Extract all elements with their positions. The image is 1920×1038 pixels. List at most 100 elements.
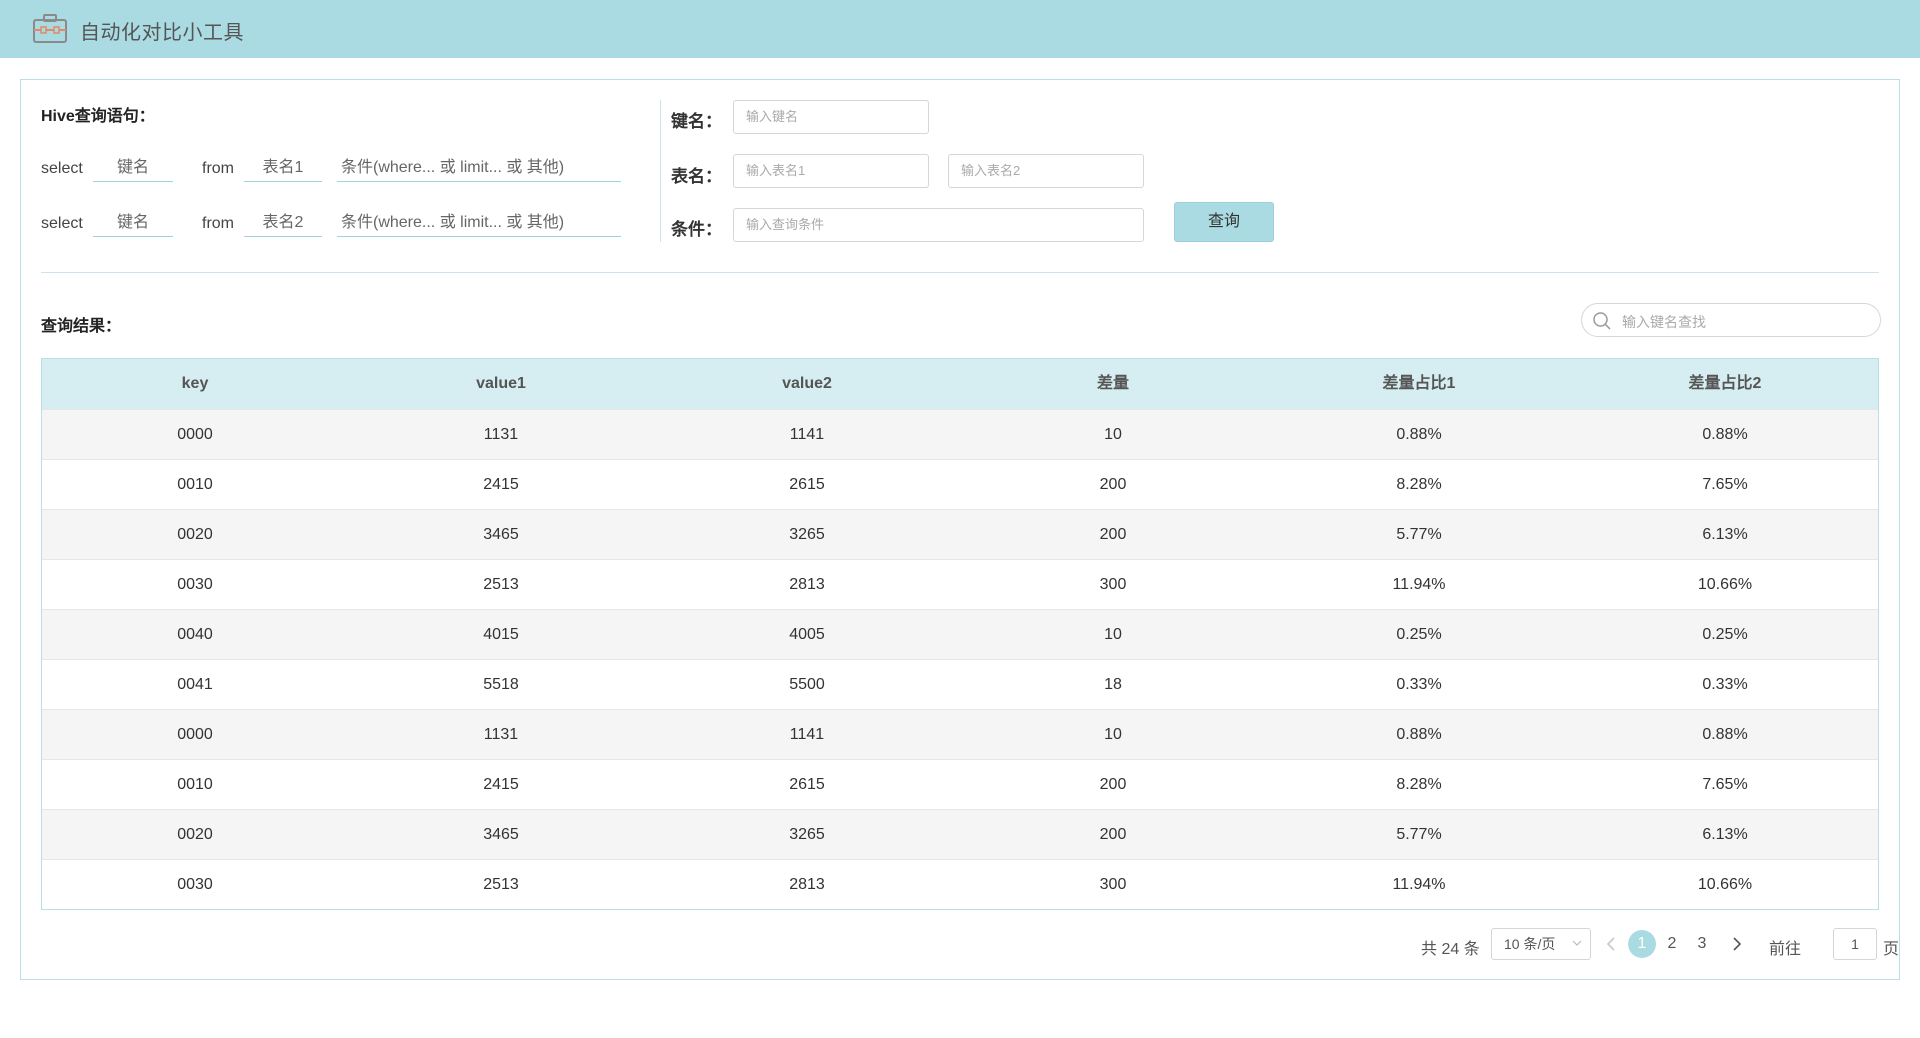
search-placeholder: 输入键名查找 <box>1622 314 1706 330</box>
hive-query-title: Hive查询语句： <box>41 108 155 125</box>
page-size-select[interactable]: 10 条/页 <box>1491 928 1591 960</box>
cell-key: 0000 <box>177 426 213 443</box>
cell-ratio1: 0.25% <box>1396 626 1442 643</box>
goto-label: 前往 <box>1769 941 1802 958</box>
hive-condition-input-2[interactable]: 条件(where... 或 limit... 或 其他) <box>337 209 621 237</box>
pagination: 共 24 条 10 条/页 1 2 3 前往 1 页 <box>21 928 1899 960</box>
table-row[interactable]: 0041 5518 5500 18 0.33% 0.33% <box>42 659 1878 709</box>
cell-diff: 200 <box>1099 776 1127 793</box>
from-keyword: from <box>202 160 234 177</box>
hive-key-input-2[interactable]: 键名 <box>93 209 173 237</box>
column-header-ratio2[interactable]: 差量占比2 <box>1572 359 1878 409</box>
goto-page-input[interactable]: 1 <box>1833 928 1877 960</box>
cell-diff: 300 <box>1099 876 1127 893</box>
table-row[interactable]: 0020 3465 3265 200 5.77% 6.13% <box>42 809 1878 859</box>
cell-diff: 10 <box>1104 426 1122 443</box>
hive-condition-input-1[interactable]: 条件(where... 或 limit... 或 其他) <box>337 154 621 182</box>
key-input[interactable]: 输入键名 <box>733 100 929 134</box>
cell-value2: 2813 <box>789 576 825 593</box>
column-header-value2[interactable]: value2 <box>654 359 960 409</box>
hive-query-row-1: select 键名 from 表名1 条件(where... 或 limit..… <box>41 154 621 182</box>
table-row[interactable]: 0000 1131 1141 10 0.88% 0.88% <box>42 709 1878 759</box>
cell-ratio1: 8.28% <box>1396 476 1442 493</box>
cell-ratio2: 0.88% <box>1702 426 1748 443</box>
cell-key: 0040 <box>177 626 213 643</box>
cell-value2: 1141 <box>789 726 825 743</box>
table-row[interactable]: 0020 3465 3265 200 5.77% 6.13% <box>42 509 1878 559</box>
hive-query-row-2: select 键名 from 表名2 条件(where... 或 limit..… <box>41 209 621 237</box>
cell-key: 0020 <box>177 526 213 543</box>
hive-table-input-1[interactable]: 表名1 <box>244 154 322 182</box>
cell-value1: 2513 <box>483 576 519 593</box>
cell-ratio2: 6.13% <box>1702 526 1748 543</box>
key-search-input[interactable]: 输入键名查找 <box>1581 303 1881 337</box>
hive-table-input-2[interactable]: 表名2 <box>244 209 322 237</box>
horizontal-divider <box>41 272 1879 273</box>
cell-value1: 2415 <box>483 776 519 793</box>
cell-value2: 3265 <box>789 526 825 543</box>
cell-diff: 18 <box>1104 676 1122 693</box>
cell-ratio1: 5.77% <box>1396 826 1442 843</box>
condition-label: 条件： <box>671 220 722 239</box>
table-header: key value1 value2 差量 差量占比1 差量占比2 <box>42 359 1878 409</box>
cell-key: 0020 <box>177 826 213 843</box>
cell-ratio2: 0.25% <box>1702 626 1748 643</box>
page-button-1[interactable]: 1 <box>1628 930 1656 958</box>
column-header-key[interactable]: key <box>42 359 348 409</box>
cell-value2: 2615 <box>789 476 825 493</box>
cell-ratio1: 0.33% <box>1396 676 1442 693</box>
table1-input[interactable]: 输入表名1 <box>733 154 929 188</box>
cell-diff: 10 <box>1104 726 1122 743</box>
cell-diff: 200 <box>1099 476 1127 493</box>
cell-ratio1: 0.88% <box>1396 726 1442 743</box>
table-row[interactable]: 0030 2513 2813 300 11.94% 10.66% <box>42 859 1878 909</box>
cell-ratio1: 0.88% <box>1396 426 1442 443</box>
table-row[interactable]: 0030 2513 2813 300 11.94% 10.66% <box>42 559 1878 609</box>
page-size-value: 10 条/页 <box>1504 936 1556 952</box>
cell-value2: 4005 <box>789 626 825 643</box>
column-header-diff[interactable]: 差量 <box>960 359 1266 409</box>
table-row[interactable]: 0010 2415 2615 200 8.28% 7.65% <box>42 459 1878 509</box>
column-header-value1[interactable]: value1 <box>348 359 654 409</box>
total-count: 共 24 条 <box>1421 941 1480 958</box>
cell-ratio1: 11.94% <box>1392 576 1446 593</box>
page-button-2[interactable]: 2 <box>1658 930 1686 958</box>
table-row[interactable]: 0000 1131 1141 10 0.88% 0.88% <box>42 409 1878 459</box>
toolbox-icon <box>33 14 67 43</box>
cell-key: 0010 <box>177 476 213 493</box>
cell-value1: 2513 <box>483 876 519 893</box>
cell-value2: 5500 <box>789 676 825 693</box>
prev-page-icon[interactable] <box>1601 934 1621 954</box>
select-keyword: select <box>41 160 83 177</box>
select-keyword: select <box>41 215 83 232</box>
table-row[interactable]: 0040 4015 4005 10 0.25% 0.25% <box>42 609 1878 659</box>
cell-value2: 3265 <box>789 826 825 843</box>
cell-ratio1: 8.28% <box>1396 776 1442 793</box>
cell-value1: 1131 <box>483 726 519 743</box>
next-page-icon[interactable] <box>1727 934 1747 954</box>
cell-key: 0041 <box>177 676 213 693</box>
from-keyword: from <box>202 215 234 232</box>
cell-diff: 300 <box>1099 576 1127 593</box>
page-button-3[interactable]: 3 <box>1688 930 1716 958</box>
hive-key-input-1[interactable]: 键名 <box>93 154 173 182</box>
cell-key: 0000 <box>177 726 213 743</box>
results-table: key value1 value2 差量 差量占比1 差量占比2 0000 11… <box>41 358 1879 910</box>
top-header: 自动化对比小工具 <box>0 0 1920 58</box>
search-icon <box>1593 312 1611 330</box>
column-header-ratio1[interactable]: 差量占比1 <box>1266 359 1572 409</box>
page-suffix: 页 <box>1883 941 1900 958</box>
vertical-divider <box>660 100 661 242</box>
cell-key: 0010 <box>177 776 213 793</box>
condition-input[interactable]: 输入查询条件 <box>733 208 1144 242</box>
cell-value1: 4015 <box>483 626 519 643</box>
table-label: 表名： <box>671 167 722 186</box>
results-title: 查询结果： <box>41 318 122 335</box>
cell-ratio2: 6.13% <box>1702 826 1748 843</box>
table-row[interactable]: 0010 2415 2615 200 8.28% 7.65% <box>42 759 1878 809</box>
table-body: 0000 1131 1141 10 0.88% 0.88% 0010 2415 … <box>42 409 1878 909</box>
table2-input[interactable]: 输入表名2 <box>948 154 1144 188</box>
cell-diff: 200 <box>1099 826 1127 843</box>
cell-value1: 2415 <box>483 476 519 493</box>
query-button[interactable]: 查询 <box>1174 202 1274 242</box>
